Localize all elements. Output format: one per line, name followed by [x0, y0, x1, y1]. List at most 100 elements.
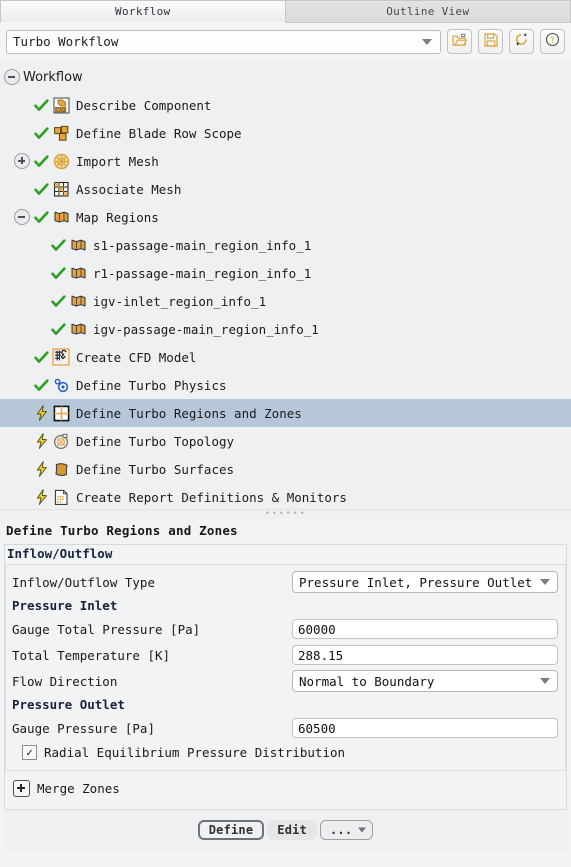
check-icon — [50, 322, 67, 336]
tab-bar: Workflow Outline View — [0, 0, 571, 23]
chevron-down-icon — [540, 678, 550, 684]
mesh-sphere-icon — [52, 152, 70, 170]
tree-node-label: igv-passage-main_region_info_1 — [93, 321, 319, 337]
reset-workflow-button[interactable] — [509, 29, 534, 54]
lightning-bolt-icon — [33, 405, 50, 421]
more-options-button-label: ... — [329, 823, 353, 837]
check-icon — [50, 266, 67, 280]
panel-footer: Define Edit ... — [4, 810, 567, 850]
splitter-grip-icon: •••••• — [264, 509, 307, 519]
expand-plus-icon[interactable] — [13, 780, 30, 797]
inflow-outflow-subgroup: Inflow/Outflow Type Pressure Inlet, Pres… — [5, 564, 566, 771]
workflow-tree: Workflow CAD Describe Component Define B… — [0, 59, 571, 509]
tree-node-igv-passage-main-region[interactable]: igv-passage-main_region_info_1 — [0, 315, 571, 343]
workflow-selector-row: Turbo Workflow ? — [0, 23, 571, 59]
row-total-temperature: Total Temperature [K] 288.15 — [6, 642, 565, 668]
section-pressure-outlet: Pressure Outlet — [12, 697, 125, 712]
tree-node-associate-mesh[interactable]: Associate Mesh — [0, 175, 571, 203]
report-definitions-icon — [52, 488, 70, 506]
chevron-down-icon — [358, 827, 367, 833]
tree-node-label: Import Mesh — [76, 153, 159, 169]
workflow-select-value: Turbo Workflow — [13, 34, 119, 49]
tree-node-igv-inlet-region[interactable]: igv-inlet_region_info_1 — [0, 287, 571, 315]
map-regions-icon — [52, 208, 70, 226]
tree-node-label: Define Turbo Surfaces — [76, 461, 235, 477]
checkmark-icon: ✓ — [26, 746, 33, 759]
collapse-minus-icon[interactable] — [14, 209, 30, 225]
panel-splitter[interactable]: •••••• — [0, 509, 571, 519]
lightning-bolt-icon — [33, 433, 50, 449]
tree-node-label: Workflow — [23, 69, 83, 85]
lightning-bolt-icon — [33, 489, 50, 505]
check-icon — [33, 126, 50, 140]
check-icon — [33, 98, 50, 112]
total-temperature-input[interactable]: 288.15 — [292, 645, 558, 665]
map-regions-icon — [69, 320, 87, 338]
tree-node-label: Describe Component — [76, 97, 212, 113]
help-button[interactable]: ? — [540, 29, 565, 54]
workflow-select[interactable]: Turbo Workflow — [6, 29, 441, 54]
tree-node-label: r1-passage-main_region_info_1 — [93, 265, 312, 281]
merge-zones-label: Merge Zones — [37, 781, 120, 796]
check-icon — [33, 182, 50, 196]
section-pressure-inlet: Pressure Inlet — [12, 598, 118, 613]
tree-node-define-turbo-regions-and-zones[interactable]: Define Turbo Regions and Zones — [0, 399, 571, 427]
tab-workflow[interactable]: Workflow — [0, 0, 286, 23]
tree-node-map-regions[interactable]: Map Regions — [0, 203, 571, 231]
tree-node-define-turbo-physics[interactable]: Define Turbo Physics — [0, 371, 571, 399]
save-workflow-button[interactable] — [478, 29, 503, 54]
tree-node-r1-passage-main-region[interactable]: r1-passage-main_region_info_1 — [0, 259, 571, 287]
tree-node-import-mesh[interactable]: Import Mesh — [0, 147, 571, 175]
define-button[interactable]: Define — [197, 820, 265, 840]
tree-node-workflow-root[interactable]: Workflow — [0, 63, 571, 91]
panel-title: Define Turbo Regions and Zones — [6, 523, 238, 538]
merge-zones-row[interactable]: Merge Zones — [5, 771, 566, 797]
svg-text:?: ? — [550, 36, 555, 46]
help-question-icon: ? — [545, 32, 560, 51]
total-temperature-value: 288.15 — [298, 647, 344, 663]
tree-node-s1-passage-main-region[interactable]: s1-passage-main_region_info_1 — [0, 231, 571, 259]
inflow-outflow-group: Inflow/Outflow Inflow/Outflow Type Press… — [4, 544, 567, 810]
check-icon — [50, 294, 67, 308]
properties-panel: Define Turbo Regions and Zones Inflow/Ou… — [0, 519, 571, 867]
map-regions-icon — [69, 292, 87, 310]
radial-equilibrium-label: Radial Equilibrium Pressure Distribution — [44, 745, 346, 760]
flow-direction-select[interactable]: Normal to Boundary — [292, 670, 558, 692]
row-gauge-total-pressure: Gauge Total Pressure [Pa] 60000 — [6, 616, 565, 642]
flow-direction-value: Normal to Boundary — [299, 673, 435, 689]
tree-node-label: Map Regions — [76, 209, 159, 225]
inflow-outflow-type-select[interactable]: Pressure Inlet, Pressure Outlet — [292, 571, 558, 593]
check-icon — [33, 154, 50, 168]
row-radial-equilibrium[interactable]: ✓ Radial Equilibrium Pressure Distributi… — [6, 741, 565, 764]
regions-zones-grid-icon — [52, 404, 70, 422]
define-button-label: Define — [208, 823, 254, 837]
open-workflow-button[interactable] — [447, 29, 472, 54]
label-flow-direction: Flow Direction — [12, 673, 118, 689]
folder-open-icon — [452, 32, 468, 51]
gauge-total-pressure-input[interactable]: 60000 — [292, 619, 558, 639]
tab-outline-view-label: Outline View — [386, 5, 470, 18]
tree-node-define-turbo-topology[interactable]: Define Turbo Topology — [0, 427, 571, 455]
tree-node-label: Define Blade Row Scope — [76, 125, 242, 141]
edit-button[interactable]: Edit — [267, 820, 317, 840]
expand-plus-icon[interactable] — [14, 153, 30, 169]
tree-node-create-cfd-model[interactable]: Create CFD Model — [0, 343, 571, 371]
check-icon — [33, 350, 50, 364]
more-options-button[interactable]: ... — [319, 820, 374, 840]
tree-node-describe-component[interactable]: CAD Describe Component — [0, 91, 571, 119]
svg-text:CAD: CAD — [55, 107, 65, 113]
tab-outline-view[interactable]: Outline View — [285, 0, 571, 23]
tree-node-label: Associate Mesh — [76, 181, 182, 197]
tree-node-define-turbo-surfaces[interactable]: Define Turbo Surfaces — [0, 455, 571, 483]
tree-node-label: Create CFD Model — [76, 349, 197, 365]
tree-node-define-blade-row-scope[interactable]: Define Blade Row Scope — [0, 119, 571, 147]
radial-equilibrium-checkbox[interactable]: ✓ — [22, 745, 37, 760]
tree-node-create-report-definitions-monitors[interactable]: Create Report Definitions & Monitors — [0, 483, 571, 509]
tree-node-label: s1-passage-main_region_info_1 — [93, 237, 312, 253]
turbo-topology-icon — [52, 432, 70, 450]
collapse-minus-icon[interactable] — [4, 69, 20, 85]
gauge-total-pressure-value: 60000 — [298, 621, 336, 637]
tree-node-label: Create Report Definitions & Monitors — [76, 489, 347, 505]
tab-workflow-label: Workflow — [115, 5, 171, 18]
gauge-pressure-input[interactable]: 60500 — [292, 718, 558, 738]
